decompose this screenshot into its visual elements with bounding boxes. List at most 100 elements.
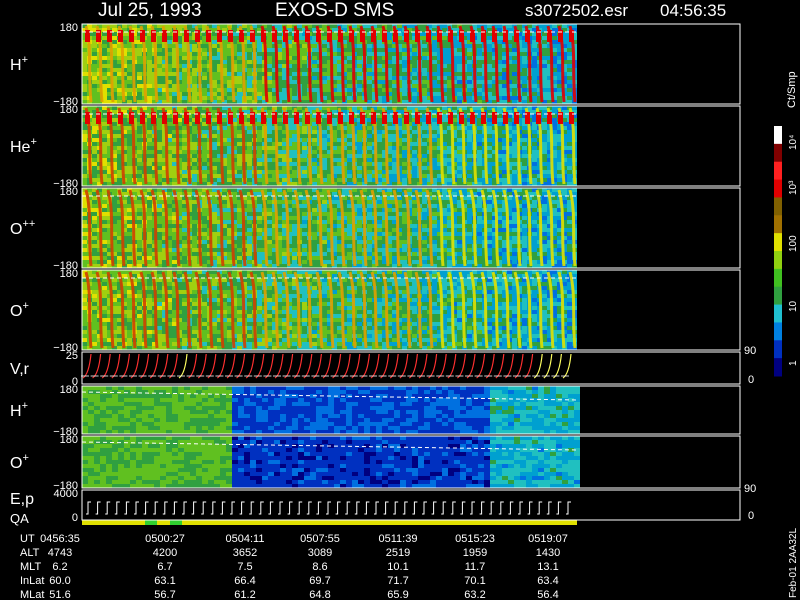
spectrogram-cell: [522, 60, 527, 64]
spectrogram-cell: [457, 150, 462, 154]
spectrogram-cell: [182, 44, 187, 48]
spectrogram-cell: [247, 264, 252, 268]
spectrogram-cell: [487, 146, 492, 150]
spectrogram-cell: [487, 106, 492, 110]
spectrogram-cell: [102, 200, 107, 204]
spectrogram-cell: [182, 182, 187, 186]
spectrogram-cell: [422, 48, 427, 52]
spectrogram-cell: [267, 248, 272, 252]
spectrogram-cell: [147, 216, 152, 220]
spectrogram-cell: [227, 240, 232, 244]
spectrogram-cell: [457, 48, 462, 52]
spectrogram-cell: [332, 122, 337, 126]
spectrogram-cell: [257, 150, 262, 154]
spectrogram-cell: [147, 64, 152, 68]
spectrogram-cell: [422, 158, 427, 162]
spectrogram-cell: [227, 252, 232, 256]
spectrogram-cell: [257, 236, 262, 240]
spectrogram-cell: [512, 44, 517, 48]
spectrogram-cell: [422, 60, 427, 64]
spectrogram-cell: [567, 170, 572, 174]
spectrogram-cell: [127, 150, 132, 154]
spectrogram-cell: [392, 182, 397, 186]
spectrogram-cell: [292, 76, 297, 80]
spectrogram-cell: [367, 158, 372, 162]
spectrogram-cell: [487, 122, 492, 126]
spectrogram-cell: [367, 44, 372, 48]
spectrogram-cell: [402, 80, 407, 84]
spectrogram-cell: [127, 264, 132, 268]
spectrogram-cell: [367, 146, 372, 150]
spectrogram-cell: [502, 92, 507, 96]
spectrogram-cell: [172, 170, 177, 174]
spectrogram-cell: [282, 96, 287, 100]
spectrogram-cell: [182, 130, 187, 134]
spectrogram-cell: [112, 106, 117, 110]
spectrogram-cell: [402, 150, 407, 154]
spectrogram-cell: [137, 252, 142, 256]
spectrogram-cell: [157, 48, 162, 52]
spectrogram-cell: [137, 170, 142, 174]
spectrogram-cell: [387, 40, 392, 44]
spectrogram-cell: [247, 256, 252, 260]
spectrogram-cell: [102, 118, 107, 122]
spectrogram-cell: [392, 178, 397, 182]
spectrogram-cell: [202, 92, 207, 96]
spectrogram-cell: [267, 232, 272, 236]
spectrogram-cell: [322, 138, 327, 142]
spectrogram-cell: [407, 24, 412, 28]
spectrogram-cell: [442, 106, 447, 110]
spectrogram-cell: [312, 138, 317, 142]
spectrogram-cell: [477, 84, 482, 88]
spectrogram-cell: [347, 130, 352, 134]
spectrogram-cell: [92, 64, 97, 68]
spectrogram-cell: [412, 92, 417, 96]
spectrogram-cell: [292, 138, 297, 142]
spectrogram-cell: [277, 28, 282, 32]
spectrogram-cell: [202, 158, 207, 162]
spectrogram-cell: [257, 72, 262, 76]
spectrogram-cell: [457, 166, 462, 170]
spectrogram-cell: [107, 264, 112, 268]
spectrogram-cell: [157, 118, 162, 122]
spectrogram-cell: [477, 100, 482, 104]
spectrogram-cell: [542, 134, 547, 138]
spectrogram-cell: [222, 192, 227, 196]
spectrogram-cell: [247, 212, 252, 216]
spectrogram-cell: [137, 162, 142, 166]
spectrogram-cell: [212, 122, 217, 126]
spectrogram-cell: [182, 138, 187, 142]
spectrogram-cell: [182, 228, 187, 232]
spectrogram-cell: [432, 28, 437, 32]
spectrogram-cell: [547, 182, 552, 186]
spectrogram-cell: [367, 48, 372, 52]
spectrogram-cell: [402, 182, 407, 186]
spectrogram-cell: [402, 76, 407, 80]
spectrogram-cell: [92, 146, 97, 150]
spectrogram-cell: [337, 170, 342, 174]
spectrogram-cell: [542, 158, 547, 162]
spectrogram-cell: [357, 80, 362, 84]
spectrogram-cell: [367, 84, 372, 88]
spectrogram-cell: [322, 146, 327, 150]
spectrogram-cell: [457, 68, 462, 72]
spectrogram-cell: [412, 52, 417, 56]
spectrogram-cell: [137, 150, 142, 154]
spectrogram-cell: [402, 130, 407, 134]
spectrogram-cell: [162, 100, 167, 104]
spectrogram-cell: [567, 52, 572, 56]
spectrogram-cell: [257, 48, 262, 52]
spectrogram-cell: [172, 80, 177, 84]
spectrogram-cell: [212, 146, 217, 150]
spectrogram-cell: [247, 220, 252, 224]
spectrogram-cell: [222, 28, 227, 32]
spectrogram-cell: [467, 96, 472, 100]
spectrogram-cell: [467, 68, 472, 72]
spectrogram-cell: [102, 80, 107, 84]
spectrogram-cell: [117, 88, 122, 92]
spectrogram-cell: [237, 64, 242, 68]
spectrogram-cell: [292, 158, 297, 162]
spectrogram-cell: [322, 110, 327, 114]
spectrogram-cell: [137, 174, 142, 178]
spectrogram-cell: [92, 44, 97, 48]
